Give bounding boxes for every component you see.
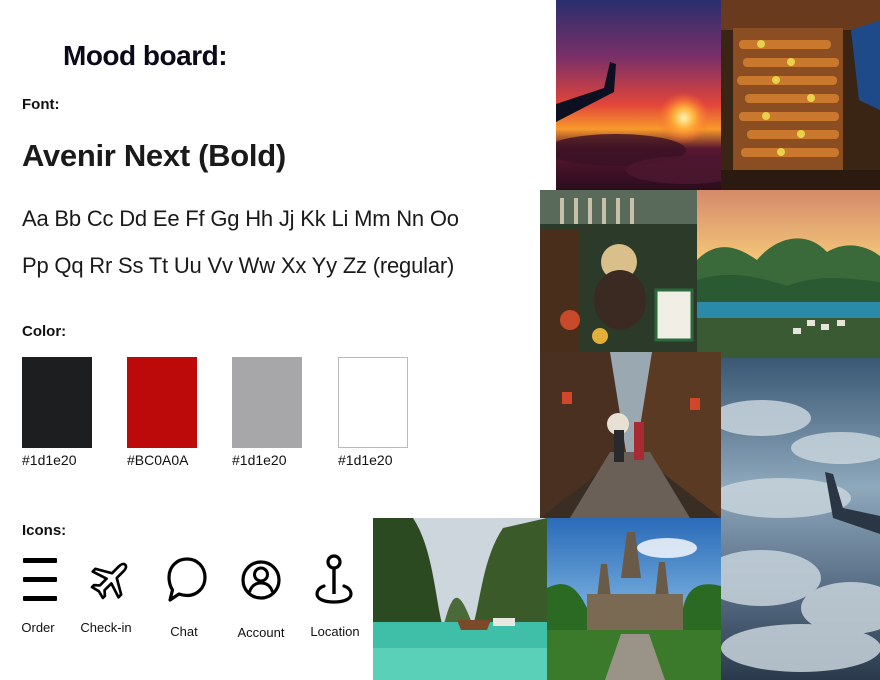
alphabet-sample-line-1: Aa Bb Cc Dd Ee Ff Gg Hh Jj Kk Li Mm Nn O… (22, 206, 459, 231)
limestone-lagoon-photo (373, 518, 547, 680)
icons-section-label: Icons: (22, 522, 67, 539)
page-title: Mood board: (63, 40, 228, 71)
color-swatch-red (127, 357, 197, 448)
color-hex-label: #BC0A0A (127, 452, 189, 468)
location-pin-icon (313, 553, 355, 607)
street-skewers-photo (721, 0, 880, 190)
tropical-bay-photo (697, 190, 880, 358)
icon-label-check-in: Check-in (80, 620, 132, 635)
color-swatch-dark (22, 357, 92, 448)
color-section-label: Color: (22, 323, 67, 340)
color-swatch-white (338, 357, 408, 448)
chat-bubble-icon (166, 556, 208, 606)
icon-label-location: Location (310, 624, 360, 639)
temple-photo (547, 518, 721, 680)
font-section-label: Font: (22, 96, 60, 113)
color-hex-label: #1d1e20 (338, 452, 393, 468)
airplane-icon (88, 556, 134, 602)
account-icon (240, 556, 282, 606)
sunset-wing-photo (556, 0, 721, 190)
color-hex-label: #1d1e20 (22, 452, 77, 468)
menu-icon (22, 557, 58, 603)
floating-market-photo (540, 190, 697, 352)
color-hex-label: #1d1e20 (232, 452, 287, 468)
alphabet-sample-line-2: Pp Qq Rr Ss Tt Uu Vv Ww Xx Yy Zz (regula… (22, 253, 455, 278)
font-name: Avenir Next (Bold) (22, 138, 286, 173)
old-alley-photo (540, 352, 721, 518)
clouds-wing-photo (721, 358, 880, 680)
color-swatch-gray (232, 357, 302, 448)
